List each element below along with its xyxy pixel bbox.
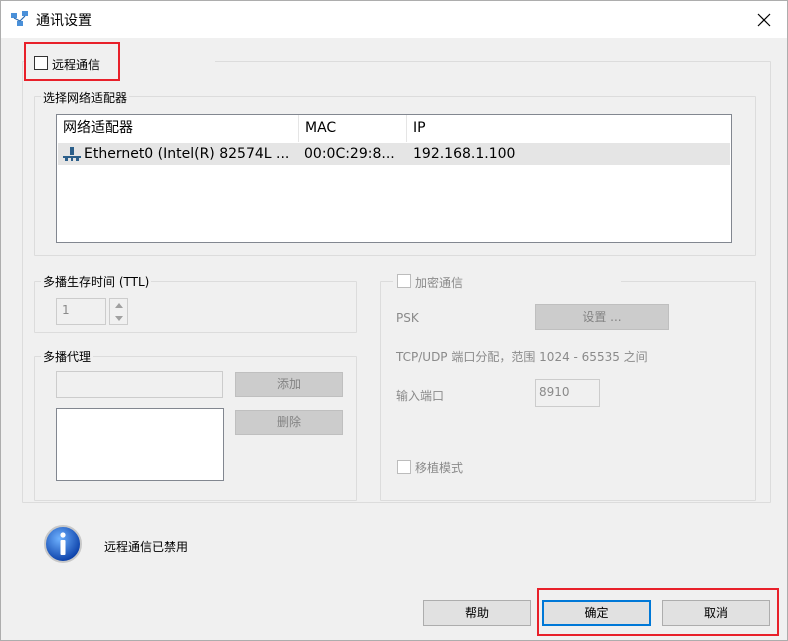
help-button[interactable]: 帮助 <box>423 600 531 626</box>
delete-button[interactable]: 删除 <box>235 410 343 435</box>
ttl-input[interactable]: 1 <box>56 298 106 325</box>
proxy-group-label: 多播代理 <box>41 348 94 365</box>
add-button[interactable]: 添加 <box>235 372 343 397</box>
status-text: 远程通信已禁用 <box>104 540 189 554</box>
psk-settings-button[interactable]: 设置 ... <box>535 304 669 330</box>
title-bar: 通讯设置 <box>1 1 787 38</box>
window-title: 通讯设置 <box>36 13 92 29</box>
adapter-group-label: 选择网络适配器 <box>41 89 130 106</box>
spin-up-icon[interactable] <box>115 303 123 308</box>
port-value: 8910 <box>539 385 570 399</box>
ttl-value: 1 <box>62 303 70 317</box>
column-ip[interactable]: IP <box>407 115 517 142</box>
adapter-name: Ethernet0 (Intel(R) 82574L ... <box>84 146 290 162</box>
port-range-text: TCP/UDP 端口分配，范围 1024 - 65535 之间 <box>396 350 648 364</box>
highlight-buttons <box>537 588 779 636</box>
close-icon <box>757 13 771 26</box>
psk-label: PSK <box>396 311 419 325</box>
encrypt-checkbox-label: 加密通信 <box>415 276 464 290</box>
adapter-list-header: 网络适配器 MAC IP <box>57 115 731 142</box>
info-icon <box>44 525 82 563</box>
port-label: 输入端口 <box>396 389 445 403</box>
port-input[interactable]: 8910 <box>535 379 600 407</box>
column-mac[interactable]: MAC <box>299 115 407 142</box>
network-adapter-icon <box>63 147 81 161</box>
ttl-spinner[interactable] <box>109 298 128 325</box>
table-row[interactable]: Ethernet0 (Intel(R) 82574L ... 00:0C:29:… <box>58 143 730 165</box>
proxy-input[interactable] <box>56 371 223 398</box>
adapter-list[interactable]: 网络适配器 MAC IP Ethernet0 (Intel(R) 82574L … <box>56 114 732 243</box>
adapter-mac: 00:0C:29:8... <box>304 146 395 162</box>
ttl-group-label: 多播生存时间 (TTL) <box>41 273 152 290</box>
highlight-remote <box>24 42 120 81</box>
column-adapter[interactable]: 网络适配器 <box>57 115 299 142</box>
portable-checkbox[interactable] <box>397 460 411 474</box>
close-button[interactable] <box>741 1 787 38</box>
network-icon <box>11 11 28 26</box>
portable-checkbox-label: 移植模式 <box>415 461 464 475</box>
spin-down-icon[interactable] <box>115 316 123 321</box>
dialog-window: 通讯设置 远程通信 选择网络适配器 网络适配器 MAC IP Ethernet0… <box>0 0 788 641</box>
adapter-ip: 192.168.1.100 <box>413 146 516 162</box>
proxy-list[interactable] <box>56 408 224 481</box>
encrypt-checkbox[interactable] <box>397 274 411 288</box>
